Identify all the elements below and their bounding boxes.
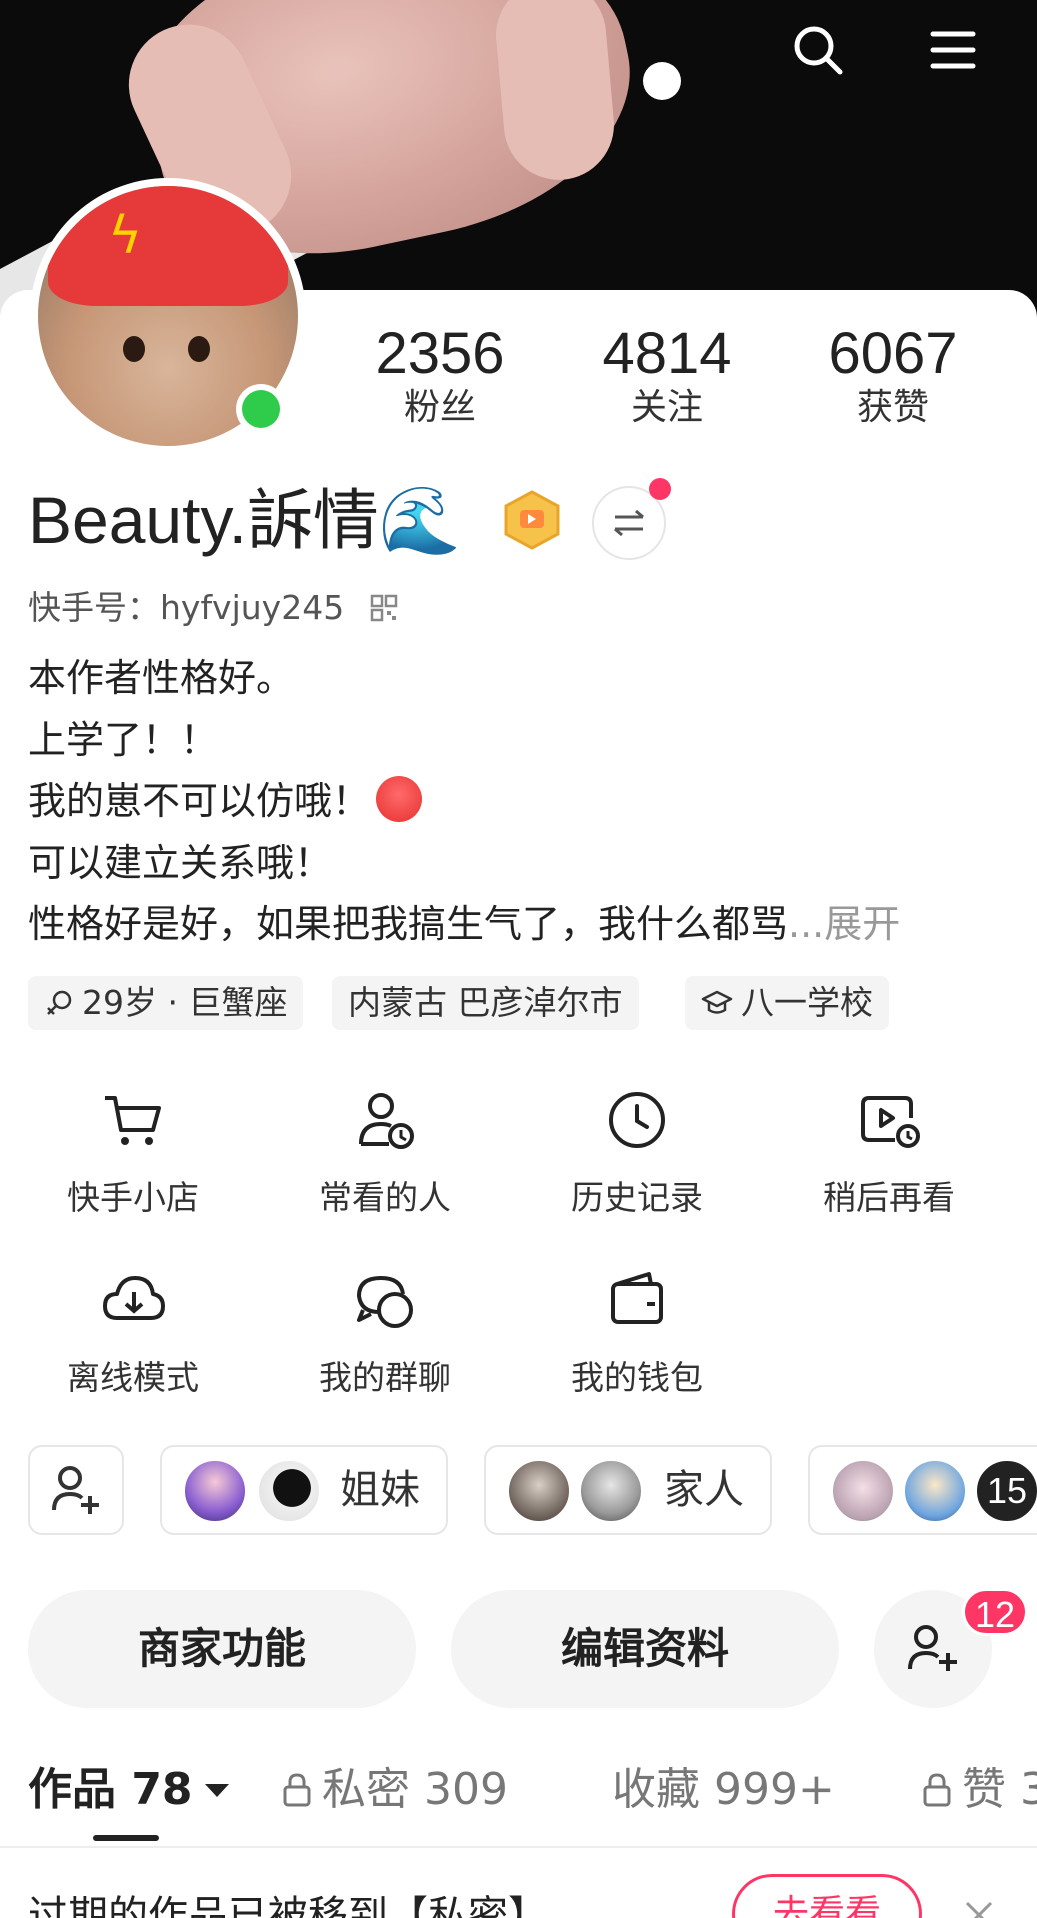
tab-label: 私密 309 (322, 1764, 508, 1815)
stat-label: 关注 (630, 387, 703, 428)
caret-down-icon (204, 1784, 229, 1797)
tab-private[interactable]: 私密 309 (282, 1755, 508, 1825)
relation-chip-sisters[interactable]: 姐妹 (160, 1445, 448, 1535)
download-icon (103, 1276, 165, 1320)
lock-icon (283, 1773, 311, 1807)
lock-icon (923, 1773, 951, 1807)
creator-badge-icon[interactable] (500, 490, 564, 550)
bio-line-text: 性格好是好，如果把我搞生气了，我什么都骂 (28, 902, 789, 946)
bio-line: 可以建立关系哦！ (28, 840, 333, 885)
relation-avatar (182, 1458, 248, 1524)
feature-group-chat[interactable]: 我的群聊 (285, 1264, 485, 1398)
feature-label: 历史记录 (571, 1178, 703, 1217)
feature-label: 快手小店 (67, 1178, 199, 1217)
stat-followers[interactable]: 2356 粉丝 (350, 322, 530, 430)
relation-avatar (256, 1458, 322, 1524)
tab-label: 赞 3 (962, 1764, 1037, 1815)
feature-frequent-people[interactable]: 常看的人 (285, 1084, 485, 1218)
stat-value: 4814 (602, 321, 732, 386)
angry-emoji-icon (376, 776, 423, 822)
relation-avatar (830, 1458, 896, 1524)
feature-watch-later[interactable]: 稍后再看 (789, 1084, 989, 1218)
friend-request-badge: 12 (962, 1588, 1029, 1636)
bio-line: 本作者性格好。 (28, 656, 295, 700)
profile-bio[interactable]: 本作者性格好。 上学了！！ 我的崽不可以仿哦！ 可以建立关系哦！ 性格好是好，如… (28, 648, 1008, 956)
feature-wallet[interactable]: 我的钱包 (537, 1264, 737, 1398)
online-status-dot (236, 384, 286, 434)
expand-link[interactable]: ...展开 (788, 902, 900, 946)
watch-later-icon (861, 1096, 920, 1148)
relation-chip-label: 姐妹 (340, 1467, 420, 1513)
add-person-icon (52, 1466, 99, 1514)
relation-chip-more[interactable]: 15 (808, 1445, 1037, 1535)
relation-avatar (506, 1458, 572, 1524)
avatar-bolt: ϟ (108, 206, 143, 266)
profile-name: Beauty.訴情🌊 (28, 483, 462, 557)
go-see-button[interactable]: 去看看 (732, 1874, 922, 1918)
moved-works-notice: 过期的作品已被移到【私密】 (28, 1893, 548, 1918)
bio-line: 上学了！！ (28, 717, 219, 762)
tab-label: 作品 78 (28, 1764, 193, 1815)
kuaishou-id[interactable]: 快手号：hyfvjuy245 (28, 588, 344, 628)
tab-favorites[interactable]: 收藏 999+ (612, 1755, 835, 1825)
relation-chip-label: 家人 (664, 1467, 744, 1513)
relation-avatar (902, 1458, 968, 1524)
merchant-button[interactable]: 商家功能 (28, 1590, 416, 1708)
search-icon[interactable] (790, 22, 846, 78)
bio-line: 性格好是好，如果把我搞生气了，我什么都骂...展开 (28, 894, 1008, 956)
feature-label: 我的群聊 (319, 1358, 451, 1397)
bio-line-text: 我的崽不可以仿哦！ (28, 779, 371, 823)
tab-likes[interactable]: 赞 3 (922, 1755, 1037, 1825)
tag-label: 八一学校 (741, 983, 873, 1022)
avatar-eye (188, 336, 210, 362)
wallet-icon (611, 1272, 663, 1324)
bio-line: 我的崽不可以仿哦！ (28, 771, 1008, 833)
banner-lettering (727, 0, 1037, 149)
graduation-cap-icon (701, 990, 733, 1014)
feature-history[interactable]: 历史记录 (537, 1084, 737, 1218)
feature-label: 我的钱包 (571, 1358, 703, 1397)
tag-label: 29岁 · 巨蟹座 (82, 983, 288, 1022)
notification-dot (649, 478, 671, 500)
tag-age-zodiac[interactable]: 29岁 · 巨蟹座 (28, 976, 304, 1030)
frequent-people-icon (359, 1093, 414, 1149)
relation-more-count: 15 (974, 1458, 1037, 1524)
feature-shop[interactable]: 快手小店 (33, 1084, 233, 1218)
feature-label: 离线模式 (67, 1358, 199, 1397)
relation-chip-family[interactable]: 家人 (484, 1445, 772, 1535)
close-icon[interactable] (962, 1898, 996, 1918)
relation-avatar (578, 1458, 644, 1524)
tab-works[interactable]: 作品 78 (28, 1755, 231, 1825)
switch-icon (614, 509, 644, 537)
tag-label: 内蒙古 巴彦淖尔市 (348, 983, 623, 1022)
avatar-cap (48, 186, 288, 306)
feature-offline-mode[interactable]: 离线模式 (33, 1264, 233, 1398)
edit-profile-button[interactable]: 编辑资料 (451, 1590, 839, 1708)
feature-label: 稍后再看 (823, 1178, 955, 1217)
stat-value: 2356 (375, 321, 505, 386)
menu-icon[interactable] (925, 22, 981, 78)
cart-icon (105, 1096, 161, 1145)
clock-icon (609, 1092, 665, 1148)
tab-label: 收藏 999+ (612, 1764, 835, 1815)
stat-value: 6067 (828, 321, 958, 386)
group-chat-icon (356, 1275, 413, 1328)
gender-female-icon (47, 990, 72, 1015)
stat-label: 粉丝 (403, 387, 476, 428)
feature-label: 常看的人 (319, 1178, 451, 1217)
active-tab-indicator (93, 1835, 159, 1841)
tag-school[interactable]: 八一学校 (685, 976, 889, 1030)
stat-label: 获赞 (856, 387, 929, 428)
qr-code-icon[interactable] (370, 594, 398, 622)
stat-likes[interactable]: 6067 获赞 (803, 322, 983, 430)
stat-following[interactable]: 4814 关注 (577, 322, 757, 430)
tabs-divider (0, 1846, 1037, 1848)
banner-dot (643, 62, 681, 100)
add-friend-icon (908, 1625, 957, 1671)
content-tabs: 作品 78 私密 309 收藏 999+ 赞 3 (0, 1755, 1037, 1845)
add-relation-button[interactable] (28, 1445, 124, 1535)
avatar-eye (123, 336, 145, 362)
tag-location[interactable]: 内蒙古 巴彦淖尔市 (332, 976, 639, 1030)
